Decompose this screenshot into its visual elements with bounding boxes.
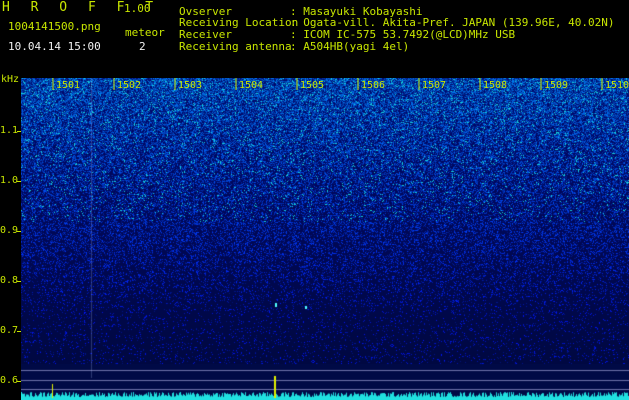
info-value-antenna: : A504HB(yagi 4el) bbox=[290, 40, 410, 53]
y-tick-label: 1.1 bbox=[0, 125, 19, 136]
datetime: 10.04.14 15:00 bbox=[8, 40, 101, 53]
x-tick-label: 1501 bbox=[56, 80, 80, 91]
header: H R O F F T 1.00 1004141500.png meteor 1… bbox=[0, 0, 629, 75]
y-tick-label: 0.7 bbox=[0, 325, 19, 336]
meteor-label: meteor bbox=[125, 26, 165, 39]
x-tick-label: 1504 bbox=[239, 80, 263, 91]
meteor-count: 2 bbox=[139, 40, 146, 53]
app-version: 1.00 bbox=[124, 2, 151, 15]
x-tick-label: 1508 bbox=[483, 80, 507, 91]
filename: 1004141500.png bbox=[8, 20, 101, 33]
y-tick-label: 1.0 bbox=[0, 175, 19, 186]
y-tick-label: 0.9 bbox=[0, 225, 19, 236]
y-axis-unit-label: kHz bbox=[1, 74, 20, 85]
y-tick-label: 0.6 bbox=[0, 375, 19, 386]
info-label-antenna: Receiving antenna bbox=[179, 40, 292, 53]
x-tick-label: 1502 bbox=[117, 80, 141, 91]
x-tick-label: 1509 bbox=[544, 80, 568, 91]
x-tick-label: 1510 bbox=[605, 80, 629, 91]
x-tick-label: 1503 bbox=[178, 80, 202, 91]
x-tick-label: 1506 bbox=[361, 80, 385, 91]
spectrogram: 1501 1502 1503 1504 1505 1506 1507 1508 1509 1510 bbox=[21, 78, 629, 400]
x-tick-label: 1507 bbox=[422, 80, 446, 91]
spectrogram-overlay: 1501 1502 1503 1504 1505 1506 1507 1508 1509 1510 bbox=[52, 78, 629, 91]
x-tick-label: 1505 bbox=[300, 80, 324, 91]
y-tick-label: 0.8 bbox=[0, 275, 19, 286]
